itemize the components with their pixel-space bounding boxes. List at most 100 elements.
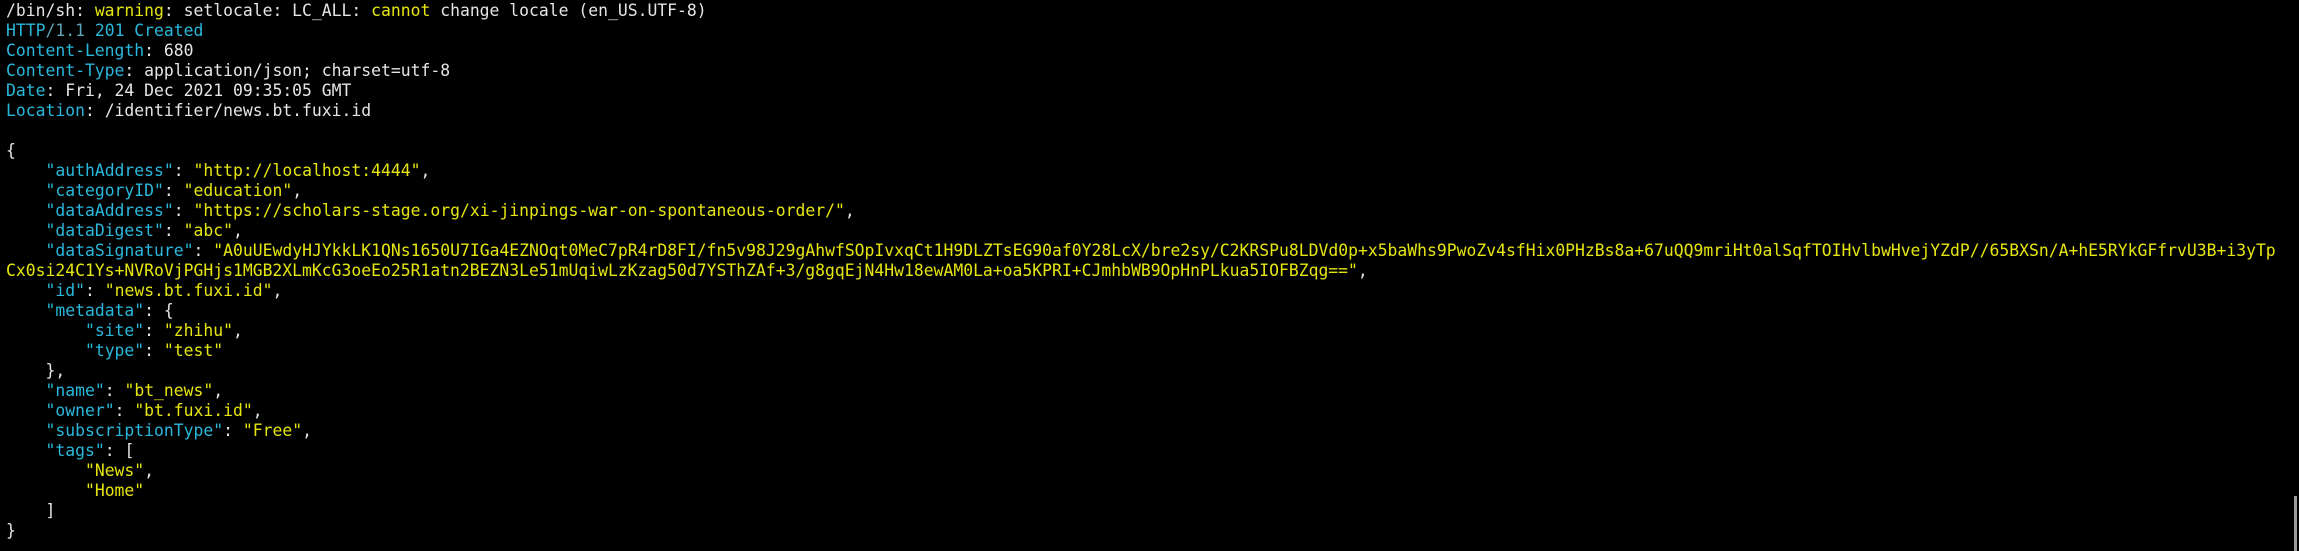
- json-sep: :: [223, 421, 243, 440]
- http-status-code: 201 Created: [84, 21, 204, 40]
- json-comma: ,: [213, 381, 224, 400]
- json-comma: ,: [292, 181, 303, 200]
- json-field-authAddress: "authAddress": "http://localhost:4444",: [6, 161, 2286, 181]
- json-sep: :: [144, 321, 164, 340]
- json-field-tags: "tags": [: [6, 441, 2286, 461]
- json-key: "owner": [45, 401, 115, 420]
- brace: }: [6, 521, 16, 540]
- header-value: : 680: [144, 41, 194, 60]
- header-line: Content-Length: 680: [6, 41, 2286, 61]
- json-comma: ,: [272, 281, 283, 300]
- json-field-owner: "owner": "bt.fuxi.id",: [6, 401, 2286, 421]
- header-name: Content-Length: [6, 41, 145, 60]
- json-sep: :: [173, 161, 194, 180]
- header-value: : application/json; charset=utf-8: [124, 61, 451, 80]
- http-status-line: HTTP/1.1 201 Created: [6, 21, 2286, 41]
- json-value: "test": [163, 341, 224, 360]
- json-value: "https://scholars-stage.org/xi-jinpings-…: [193, 201, 845, 220]
- json-sep: :: [173, 201, 194, 220]
- json-key: "authAddress": [45, 161, 174, 180]
- header-name: Content-Type: [6, 61, 125, 80]
- json-sep: :: [104, 381, 125, 400]
- json-sep: :: [84, 281, 105, 300]
- json-sep: :: [193, 241, 214, 260]
- brace: {: [6, 141, 16, 160]
- scrollbar-thumb[interactable]: [2294, 496, 2297, 551]
- json-metadata-close: },: [6, 361, 2286, 381]
- header-value: : Fri, 24 Dec 2021 09:35:05 GMT: [45, 81, 352, 100]
- json-value: "zhihu": [163, 321, 233, 340]
- json-key: "subscriptionType": [45, 421, 224, 440]
- json-array-item: "News",: [6, 461, 2286, 481]
- bracket: ]: [6, 501, 56, 520]
- warning-label: warning: [94, 1, 164, 20]
- json-key: "id": [45, 281, 85, 300]
- json-field-categoryID: "categoryID": "education",: [6, 181, 2286, 201]
- header-name: Location: [6, 101, 85, 120]
- warning-emphasis: cannot: [371, 1, 431, 20]
- json-key: "metadata": [45, 301, 145, 320]
- header-line: Content-Type: application/json; charset=…: [6, 61, 2286, 81]
- json-comma: ,: [252, 401, 263, 420]
- json-open-brace: {: [6, 141, 2286, 161]
- bracket: [: [124, 441, 135, 460]
- http-protocol: HTTP: [6, 21, 46, 40]
- json-key: "type": [84, 341, 145, 360]
- warning-middle: : setlocale: LC_ALL:: [163, 1, 372, 20]
- json-field-type: "type": "test": [6, 341, 2286, 361]
- json-field-subscriptionType: "subscriptionType": "Free",: [6, 421, 2286, 441]
- json-comma: ,: [420, 161, 431, 180]
- json-sep: :: [144, 301, 164, 320]
- json-sep: :: [144, 341, 164, 360]
- json-key: "name": [45, 381, 105, 400]
- header-name: Date: [6, 81, 46, 100]
- json-key: "site": [84, 321, 145, 340]
- json-value: "News": [84, 461, 145, 480]
- json-array-item: "Home": [6, 481, 2286, 501]
- warning-rest: change locale (en_US.UTF-8): [430, 1, 707, 20]
- json-value: "education": [183, 181, 293, 200]
- json-comma: ,: [844, 201, 855, 220]
- json-key: "dataAddress": [45, 201, 174, 220]
- json-key: "dataDigest": [45, 221, 164, 240]
- json-comma: ,: [1357, 261, 1368, 280]
- json-value: "news.bt.fuxi.id": [104, 281, 273, 300]
- json-sep: :: [104, 441, 125, 460]
- json-close-brace: }: [6, 521, 2286, 541]
- json-field-metadata: "metadata": {: [6, 301, 2286, 321]
- json-sep: :: [163, 181, 184, 200]
- header-line: Date: Fri, 24 Dec 2021 09:35:05 GMT: [6, 81, 2286, 101]
- json-key: "dataSignature": [45, 241, 194, 260]
- json-value: "bt.fuxi.id": [134, 401, 253, 420]
- json-comma: ,: [144, 461, 155, 480]
- json-key: "categoryID": [45, 181, 164, 200]
- terminal-output[interactable]: /bin/sh: warning: setlocale: LC_ALL: can…: [6, 1, 2286, 549]
- json-comma: ,: [233, 321, 243, 340]
- json-field-name: "name": "bt_news",: [6, 381, 2286, 401]
- json-field-site: "site": "zhihu",: [6, 321, 2286, 341]
- json-value: "Free": [242, 421, 303, 440]
- http-version: /1.1: [45, 21, 85, 40]
- json-value: "Home": [84, 481, 145, 500]
- json-field-dataDigest: "dataDigest": "abc",: [6, 221, 2286, 241]
- json-value: "A0uUEwdyHJYkkLK1QNs1650U7IGa4EZNOqt0MeC…: [6, 241, 2276, 280]
- json-key: "tags": [45, 441, 105, 460]
- json-field-dataSignature: "dataSignature": "A0uUEwdyHJYkkLK1QNs165…: [6, 241, 2280, 281]
- json-tags-close: ]: [6, 501, 2286, 521]
- brace: {: [163, 301, 174, 320]
- json-value: "bt_news": [124, 381, 214, 400]
